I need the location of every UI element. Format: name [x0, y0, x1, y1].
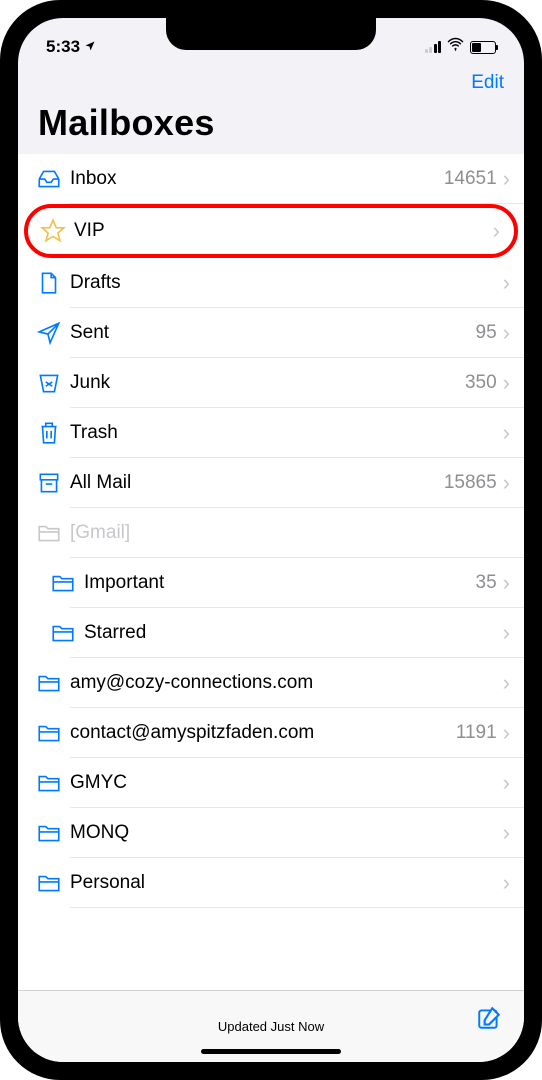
title-section: Mailboxes: [18, 102, 524, 154]
mailbox-label: contact@amyspitzfaden.com: [70, 722, 456, 744]
mailbox-row-allmail[interactable]: All Mail15865 ›: [18, 458, 524, 508]
mailbox-row-monq[interactable]: MONQ›: [18, 808, 524, 858]
trash-icon: [36, 420, 70, 446]
mailbox-count: 15865: [444, 472, 497, 494]
mailbox-label: amy@cozy-connections.com: [70, 672, 503, 694]
screen: 5:33 Edit: [18, 18, 524, 1062]
mailbox-count: 350: [465, 372, 497, 394]
chevron-right-icon: ›: [503, 320, 510, 346]
star-icon: [40, 218, 74, 244]
folder-icon: [36, 670, 70, 696]
chevron-right-icon: ›: [503, 420, 510, 446]
chevron-right-icon: ›: [503, 670, 510, 696]
volume-up-button: [0, 230, 1, 295]
bottom-toolbar: Updated Just Now: [18, 990, 524, 1062]
notch: [166, 18, 376, 50]
cellular-signal-icon: [425, 41, 442, 53]
mailbox-row-sent[interactable]: Sent95 ›: [18, 308, 524, 358]
chevron-right-icon: ›: [503, 770, 510, 796]
mailbox-row-junk[interactable]: Junk350 ›: [18, 358, 524, 408]
archive-icon: [36, 470, 70, 496]
folder-gray-icon: [36, 520, 70, 546]
mailbox-row-vip[interactable]: VIP›: [24, 204, 518, 258]
mailbox-count: 14651: [444, 168, 497, 190]
mailbox-label: Junk: [70, 372, 465, 394]
mailbox-row-trash[interactable]: Trash›: [18, 408, 524, 458]
mailbox-count: 1191: [456, 722, 497, 744]
location-arrow-icon: [84, 40, 96, 55]
mailbox-label: Drafts: [70, 272, 503, 294]
edit-button[interactable]: Edit: [471, 72, 504, 94]
mailbox-row-gmail: [Gmail]: [18, 508, 524, 558]
mailbox-row-amy[interactable]: amy@cozy-connections.com›: [18, 658, 524, 708]
chevron-right-icon: ›: [503, 570, 510, 596]
silent-switch: [0, 165, 1, 200]
chevron-right-icon: ›: [503, 870, 510, 896]
folder-icon: [36, 820, 70, 846]
compose-button[interactable]: [476, 1005, 502, 1036]
wifi-icon: [447, 36, 464, 58]
folder-icon: [36, 720, 70, 746]
folder-icon: [50, 620, 84, 646]
status-indicators: [425, 36, 497, 58]
mailbox-label: VIP: [74, 220, 493, 242]
time-label: 5:33: [46, 37, 80, 57]
mailbox-label: All Mail: [70, 472, 444, 494]
mailbox-count: 35: [476, 572, 497, 594]
mailbox-label: Personal: [70, 872, 503, 894]
chevron-right-icon: ›: [503, 166, 510, 192]
status-time: 5:33: [46, 37, 96, 57]
mailbox-label: [Gmail]: [70, 522, 510, 544]
mailbox-row-contact[interactable]: contact@amyspitzfaden.com1191 ›: [18, 708, 524, 758]
phone-frame: 5:33 Edit: [0, 0, 542, 1080]
junk-icon: [36, 370, 70, 396]
volume-down-button: [0, 310, 1, 375]
document-icon: [36, 270, 70, 296]
battery-icon: [470, 41, 496, 54]
mailbox-list[interactable]: Inbox14651›VIP›Drafts›Sent95›Junk350›Tra…: [18, 154, 524, 990]
mailbox-label: Inbox: [70, 168, 444, 190]
paperplane-icon: [36, 320, 70, 346]
folder-icon: [50, 570, 84, 596]
mailbox-label: Starred: [84, 622, 503, 644]
mailbox-label: Trash: [70, 422, 503, 444]
chevron-right-icon: ›: [503, 270, 510, 296]
status-text: Updated Just Now: [218, 1019, 324, 1034]
chevron-right-icon: ›: [493, 218, 500, 244]
folder-icon: [36, 870, 70, 896]
chevron-right-icon: ›: [503, 470, 510, 496]
folder-icon: [36, 770, 70, 796]
compose-icon: [476, 1005, 502, 1031]
mailbox-row-personal[interactable]: Personal›: [18, 858, 524, 908]
nav-header: Edit: [18, 66, 524, 102]
inbox-icon: [36, 166, 70, 192]
chevron-right-icon: ›: [503, 620, 510, 646]
chevron-right-icon: ›: [503, 370, 510, 396]
mailbox-label: Important: [84, 572, 476, 594]
mailbox-count: 95: [476, 322, 497, 344]
chevron-right-icon: ›: [503, 820, 510, 846]
mailbox-row-gmyc[interactable]: GMYC›: [18, 758, 524, 808]
chevron-right-icon: ›: [503, 720, 510, 746]
mailbox-row-important[interactable]: Important35 ›: [18, 558, 524, 608]
mailbox-label: Sent: [70, 322, 476, 344]
home-indicator[interactable]: [201, 1049, 341, 1054]
mailbox-label: GMYC: [70, 772, 503, 794]
mailbox-row-drafts[interactable]: Drafts›: [18, 258, 524, 308]
mailbox-row-inbox[interactable]: Inbox14651 ›: [18, 154, 524, 204]
page-title: Mailboxes: [38, 102, 504, 144]
mailbox-row-starred[interactable]: Starred›: [18, 608, 524, 658]
mailbox-label: MONQ: [70, 822, 503, 844]
